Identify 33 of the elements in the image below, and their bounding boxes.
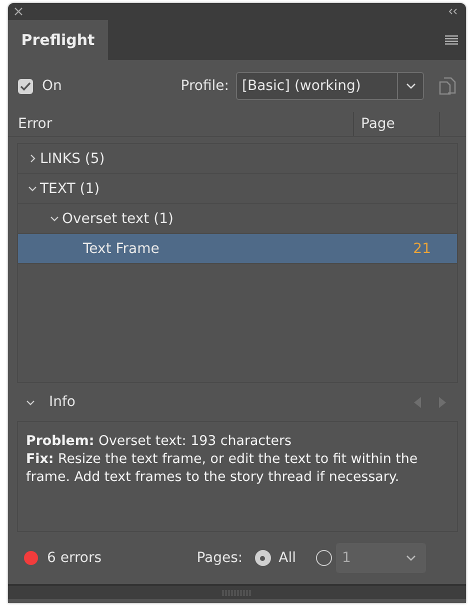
tree-label: LINKS (5) — [40, 150, 106, 166]
radio-button[interactable] — [254, 550, 271, 566]
tree-label: TEXT (1) — [40, 180, 101, 196]
checkbox[interactable] — [18, 78, 33, 94]
page-number: 21 — [413, 240, 431, 256]
chevron-icon[interactable] — [28, 154, 37, 163]
tree-row[interactable]: Text Frame 21 — [18, 234, 457, 264]
tree-label: Text Frame — [83, 240, 160, 256]
tree-row[interactable]: LINKS (5) — [18, 144, 457, 174]
profile-dropdown[interactable]: [Basic] (working) — [236, 72, 424, 100]
chevron-icon — [406, 555, 416, 561]
close-icon[interactable] — [14, 7, 23, 16]
column-header[interactable]: Error — [18, 116, 353, 132]
collapse-icon[interactable] — [448, 8, 458, 15]
chevron-icon[interactable] — [26, 398, 35, 406]
info-text: Problem: Overset text: 193 characters — [26, 433, 292, 451]
info-text: Fix: Resize the text frame, or edit the text to fit within the frame. Add text frames to the story thread if necessary. — [26, 451, 419, 487]
tree-row[interactable]: TEXT (1) — [18, 174, 457, 204]
chevron-icon — [406, 83, 416, 89]
profile-label: Profile: — [180, 78, 229, 94]
section-title: Info — [49, 394, 76, 410]
menu-icon[interactable] — [445, 35, 458, 45]
error-count[interactable]: 6 errors — [47, 550, 102, 566]
panel-tab[interactable]: Preflight — [8, 20, 108, 60]
column-header[interactable]: Page — [361, 116, 395, 132]
pages-label: Pages: — [196, 550, 243, 566]
resize-grip-icon[interactable] — [222, 590, 252, 596]
radio-label: All — [278, 550, 296, 566]
chevron-icon[interactable] — [50, 214, 59, 223]
checkbox-label: On — [42, 78, 62, 94]
tree-label: Overset text (1) — [62, 210, 174, 226]
chevron-icon[interactable] — [28, 184, 37, 193]
radio-button[interactable] — [316, 550, 332, 566]
